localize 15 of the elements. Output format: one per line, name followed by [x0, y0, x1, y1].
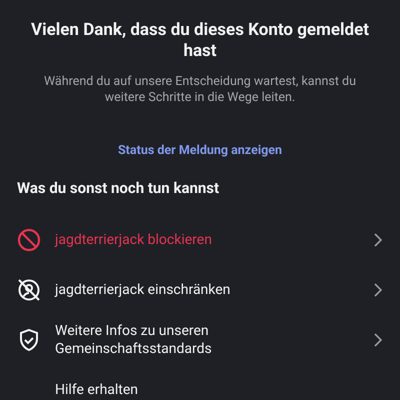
- action-item[interactable]: Hilfe erhalten: [0, 365, 400, 400]
- action-label: Weitere Infos zu unseren Gemeinschaftsstandards: [55, 322, 213, 358]
- action-label: jagdterrierjack einschränken: [55, 281, 232, 300]
- subtitle: Während du auf unsere Entscheidung wartest, kannst du weitere Schritte in die Wege leiten.: [43, 74, 357, 106]
- action-item[interactable]: jagdterrierjack blockieren: [0, 215, 400, 266]
- block-icon: [17, 228, 41, 252]
- action-label: Hilfe erhalten: [55, 381, 140, 400]
- action-label: jagdterrierjack blockieren: [55, 231, 213, 250]
- action-item[interactable]: jagdterrierjack einschränken: [0, 265, 400, 316]
- page-title: Vielen Dank, dass du dieses Konto gemeldet hast: [30, 20, 370, 62]
- action-item[interactable]: Weitere Infos zu unseren Gemeinschaftsstandards: [0, 315, 400, 366]
- section-heading: Was du sonst noch tun kannst: [16, 178, 220, 199]
- shield-check-icon: [18, 328, 40, 352]
- status-link[interactable]: Status der Meldung anzeigen: [118, 142, 282, 161]
- restrict-icon: [17, 278, 41, 302]
